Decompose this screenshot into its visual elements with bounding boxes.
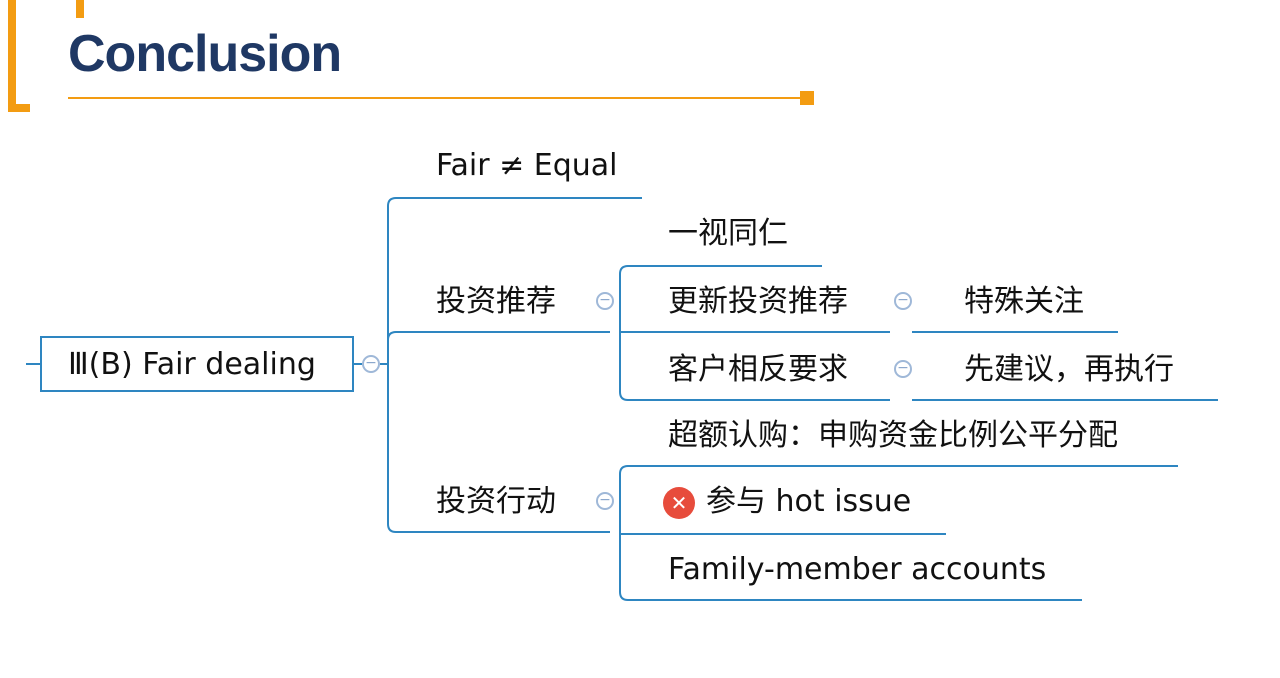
node-hot-issue[interactable]: 参与 hot issue xyxy=(706,484,911,520)
node-advise-then-execute[interactable]: 先建议，再执行 xyxy=(964,352,1174,388)
invest-rec-collapse-icon[interactable]: − xyxy=(596,292,614,310)
node-client-opposite[interactable]: 客户相反要求 xyxy=(668,352,848,388)
node-update-rec[interactable]: 更新投资推荐 xyxy=(668,284,848,320)
connector-invest-rec xyxy=(387,331,590,341)
update-rec-collapse-icon[interactable]: − xyxy=(894,292,912,310)
node-fair-not-equal[interactable]: Fair ≠ Equal xyxy=(436,148,618,184)
connector-invest-action xyxy=(387,523,590,533)
node-invest-rec[interactable]: 投资推荐 xyxy=(436,284,556,320)
node-special-attention[interactable]: 特殊关注 xyxy=(964,284,1084,320)
connector-yishitongren xyxy=(619,265,822,275)
connector-oversubscription xyxy=(619,465,1178,475)
node-yishitongren[interactable]: 一视同仁 xyxy=(668,216,788,252)
root-node-label: Ⅲ(B) Fair dealing xyxy=(68,346,316,382)
root-collapse-icon[interactable]: − xyxy=(362,355,380,373)
connector-family-accounts xyxy=(619,591,1082,601)
connector-fair-equal xyxy=(387,197,642,207)
node-invest-action[interactable]: 投资行动 xyxy=(436,484,556,520)
root-node[interactable]: Ⅲ(B) Fair dealing xyxy=(40,336,354,392)
client-opposite-collapse-icon[interactable]: − xyxy=(894,360,912,378)
x-circle-icon: ✕ xyxy=(663,487,695,519)
node-oversubscription[interactable]: 超额认购：申购资金比例公平分配 xyxy=(668,418,1118,454)
connector-client-opposite xyxy=(619,391,890,401)
invest-action-collapse-icon[interactable]: − xyxy=(596,492,614,510)
node-family-accounts[interactable]: Family-member accounts xyxy=(668,552,1046,588)
